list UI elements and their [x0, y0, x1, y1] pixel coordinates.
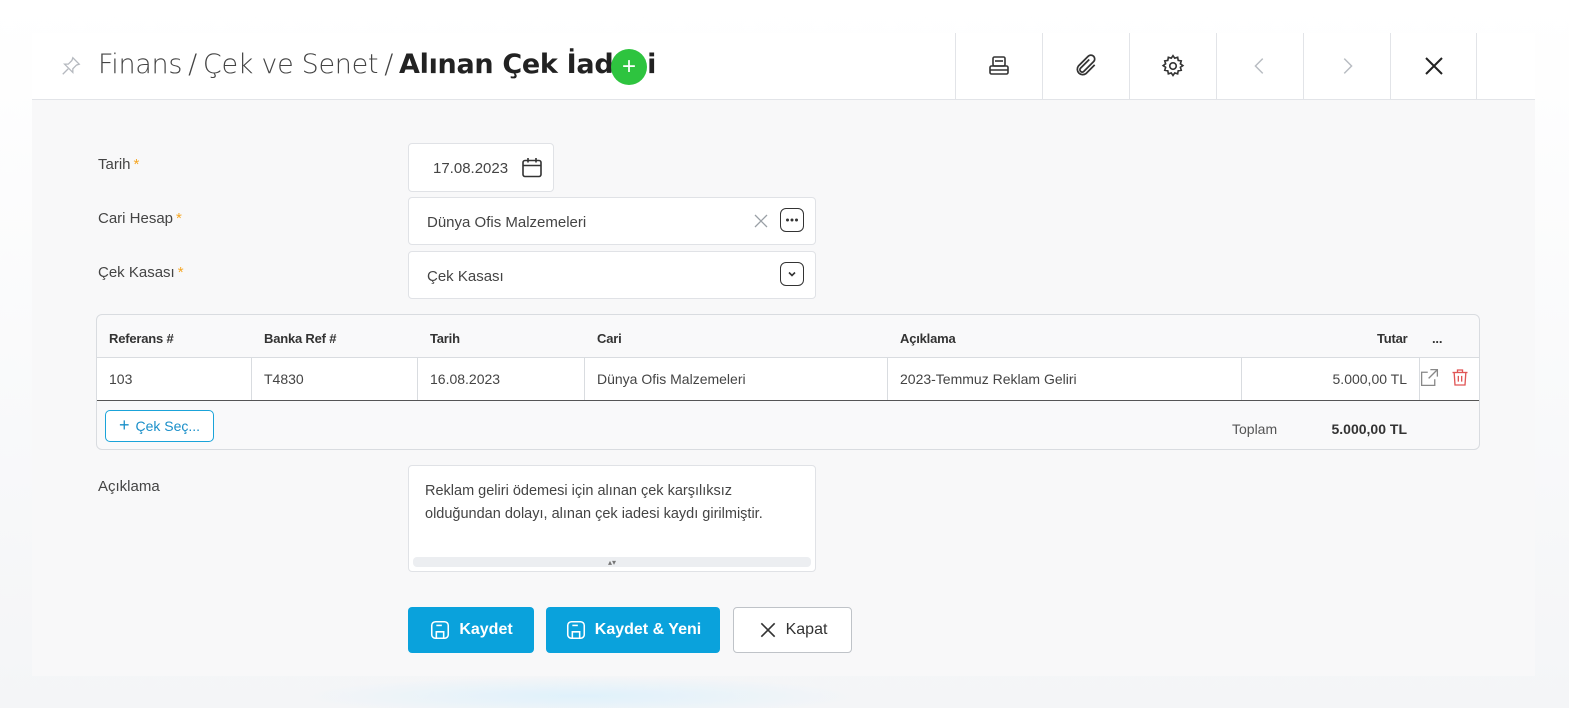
cell-aciklama: 2023-Temmuz Reklam Geliri: [888, 358, 1242, 400]
aciklama-textarea[interactable]: Reklam geliri ödemesi için alınan çek ka…: [408, 465, 816, 572]
attachment-icon: [1076, 54, 1096, 76]
kasa-value: Çek Kasası: [427, 268, 504, 285]
breadcrumb-separator: /: [384, 49, 394, 80]
required-marker: *: [176, 210, 182, 227]
chevron-down-icon: [788, 271, 796, 277]
tarih-label-text: Tarih: [98, 156, 131, 173]
cari-label: Cari Hesap *: [98, 210, 182, 227]
breadcrumb-item-cek-senet[interactable]: Çek ve Senet: [203, 49, 379, 80]
form-card: Finans / Çek ve Senet / Alınan Çek İadesi +: [32, 33, 1535, 676]
settings-button[interactable]: [1129, 33, 1216, 99]
cell-referans: 103: [97, 358, 252, 400]
save-icon: [431, 620, 450, 640]
add-new-button[interactable]: +: [611, 49, 647, 85]
gear-icon: [1161, 54, 1185, 77]
column-header[interactable]: Referans #: [109, 331, 174, 346]
grid-header: Referans # Banka Ref # Tarih Cari Açıkla…: [97, 315, 1479, 357]
tarih-value: 17.08.2023: [433, 160, 509, 177]
open-external-icon[interactable]: [1419, 367, 1440, 388]
dropdown-button[interactable]: [780, 262, 804, 286]
column-header[interactable]: Tutar: [1377, 331, 1408, 346]
chevron-right-icon: [1343, 58, 1353, 74]
browse-button[interactable]: [780, 208, 804, 232]
calendar-icon[interactable]: [520, 155, 544, 180]
close-window-button[interactable]: [1390, 33, 1477, 99]
table-row[interactable]: 103 T4830 16.08.2023 Dünya Ofis Malzemel…: [97, 357, 1479, 401]
trash-icon[interactable]: [1450, 367, 1470, 388]
cek-kasasi-select[interactable]: Çek Kasası: [408, 251, 816, 299]
plus-icon: +: [621, 53, 636, 80]
save-button[interactable]: Kaydet: [408, 607, 534, 653]
chevron-left-icon: [1254, 58, 1264, 74]
close-icon: [760, 622, 775, 638]
toplam-label: Toplam: [1232, 421, 1278, 437]
cell-tutar: 5.000,00 TL: [1242, 358, 1420, 400]
clear-icon[interactable]: [753, 213, 769, 229]
close-button[interactable]: Kapat: [733, 607, 852, 653]
column-header[interactable]: Cari: [597, 331, 622, 346]
column-header[interactable]: Banka Ref #: [264, 331, 336, 346]
breadcrumb-item-finans[interactable]: Finans: [98, 49, 182, 80]
pin-icon[interactable]: [60, 55, 82, 77]
column-header[interactable]: Tarih: [430, 331, 460, 346]
print-button[interactable]: [955, 33, 1042, 99]
close-label: Kapat: [785, 621, 828, 638]
cek-grid: Referans # Banka Ref # Tarih Cari Açıkla…: [96, 314, 1480, 450]
plus-icon: +: [118, 415, 130, 435]
toplam-value: 5.000,00 TL: [1331, 421, 1408, 437]
cell-banka-ref: T4830: [252, 358, 418, 400]
column-header[interactable]: Açıklama: [900, 331, 956, 346]
cari-label-text: Cari Hesap: [98, 210, 174, 227]
resize-handle[interactable]: ▴▾: [413, 557, 811, 567]
save-new-label: Kaydet & Yeni: [594, 621, 702, 638]
cek-sec-button[interactable]: + Çek Seç...: [105, 410, 214, 442]
breadcrumb: Finans / Çek ve Senet / Alınan Çek İadesi: [98, 49, 656, 80]
tarih-field[interactable]: 17.08.2023: [408, 143, 554, 192]
row-actions: [1419, 367, 1470, 388]
breadcrumb-separator: /: [188, 49, 197, 80]
close-icon: [1424, 57, 1443, 75]
background-glow: [300, 676, 860, 708]
more-dots-icon: [786, 218, 798, 222]
save-and-new-button[interactable]: Kaydet & Yeni: [546, 607, 720, 653]
aciklama-label: Açıklama: [98, 478, 160, 495]
cell-cari: Dünya Ofis Malzemeleri: [585, 358, 888, 400]
attachment-button[interactable]: [1042, 33, 1129, 99]
cari-hesap-field[interactable]: Dünya Ofis Malzemeleri: [408, 197, 816, 245]
next-button[interactable]: [1303, 33, 1390, 99]
tarih-label: Tarih *: [98, 156, 139, 173]
print-icon: [989, 56, 1009, 75]
required-marker: *: [177, 264, 184, 281]
previous-button[interactable]: [1216, 33, 1303, 99]
kasa-label: Çek Kasası *: [98, 264, 184, 281]
cari-value: Dünya Ofis Malzemeleri: [427, 214, 587, 231]
kasa-label-text: Çek Kasası: [98, 264, 175, 281]
aciklama-text: Reklam geliri ödemesi için alınan çek ka…: [425, 483, 763, 522]
cek-sec-label: Çek Seç...: [135, 418, 201, 434]
save-icon: [566, 620, 585, 640]
save-label: Kaydet: [459, 621, 513, 638]
top-bar: Finans / Çek ve Senet / Alınan Çek İadesi +: [32, 33, 1535, 100]
column-menu[interactable]: ...: [1432, 331, 1442, 346]
required-marker: *: [133, 156, 140, 173]
cell-tarih: 16.08.2023: [418, 358, 585, 400]
